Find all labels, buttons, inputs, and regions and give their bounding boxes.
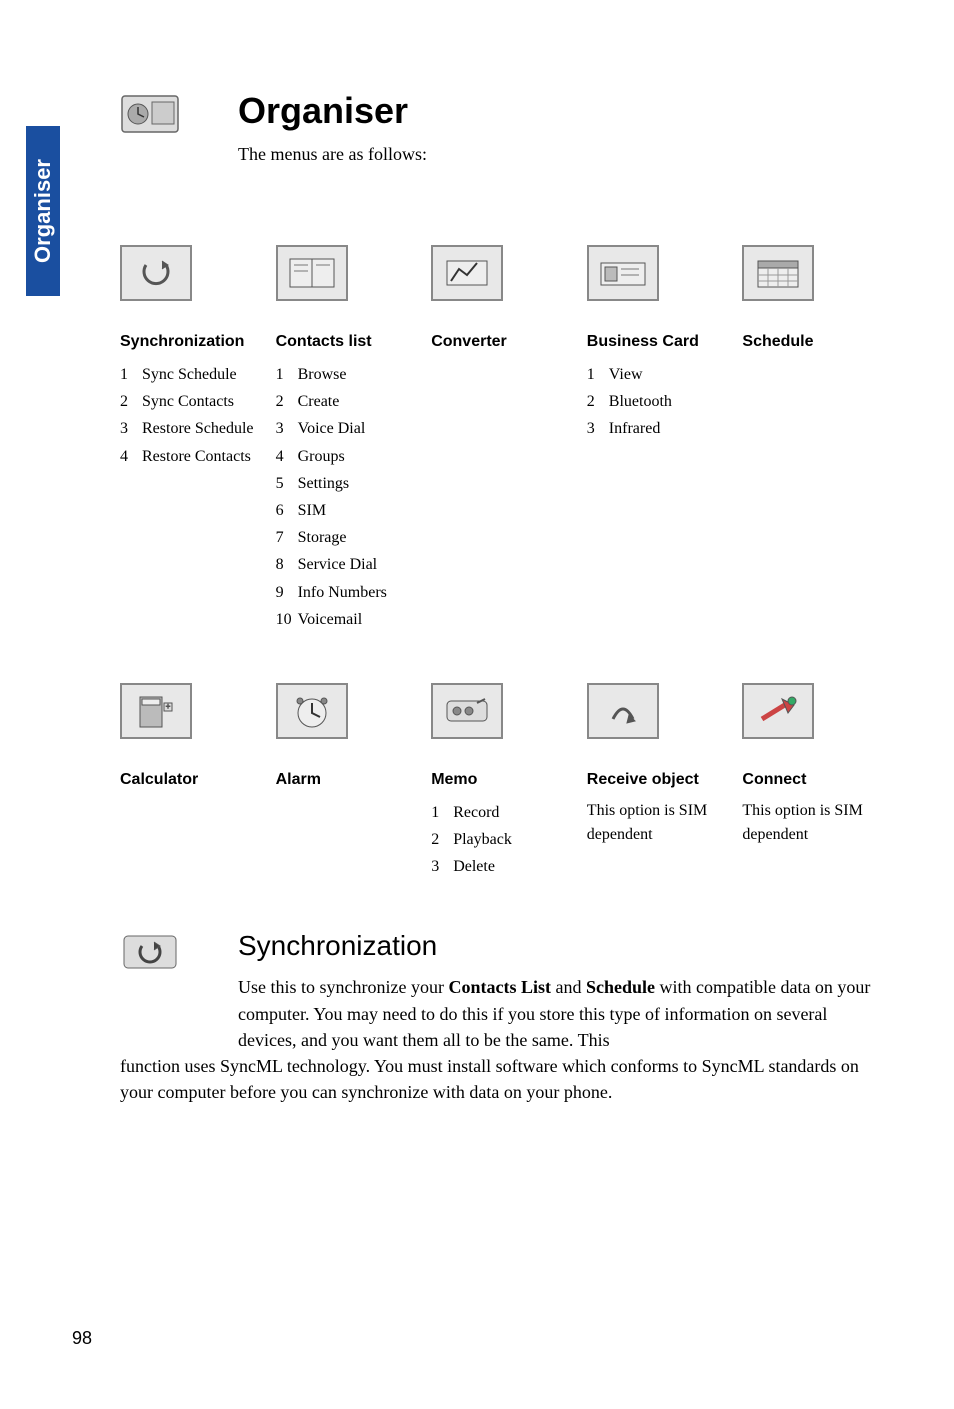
side-tab-label: Organiser — [30, 159, 56, 263]
page-number: 98 — [72, 1328, 92, 1349]
menu-business-card: Business Card 1View 2Bluetooth 3Infrared — [587, 245, 725, 633]
menu-converter: Converter — [431, 245, 569, 633]
menu-connect: Connect This option is SIM dependent — [742, 683, 880, 881]
menu-memo: Memo 1Record 2Playback 3Delete — [431, 683, 569, 881]
memo-icon — [431, 683, 503, 739]
menu-list: 1View 2Bluetooth 3Infrared — [587, 361, 725, 443]
calculator-icon: + — [120, 683, 192, 739]
section-body-continued: function uses SyncML technology. You mus… — [120, 1053, 880, 1105]
business-card-icon — [587, 245, 659, 301]
list-item: 4Groups — [276, 443, 414, 470]
contacts-list-icon — [276, 245, 348, 301]
list-item: 1Browse — [276, 361, 414, 388]
list-item: 8Service Dial — [276, 551, 414, 578]
menu-heading: Memo — [431, 771, 569, 789]
organiser-icon — [120, 90, 210, 160]
schedule-icon — [742, 245, 814, 301]
menu-calculator: + Calculator — [120, 683, 258, 881]
list-item: 10Voicemail — [276, 606, 414, 633]
menu-alarm: Alarm — [276, 683, 414, 881]
menu-heading: Connect — [742, 771, 880, 789]
menu-heading: Calculator — [120, 771, 258, 789]
menu-schedule: Schedule — [742, 245, 880, 633]
list-item: 3Infrared — [587, 415, 725, 442]
converter-icon — [431, 245, 503, 301]
side-tab: Organiser — [26, 126, 60, 296]
page-header: Organiser The menus are as follows: — [120, 90, 880, 195]
list-item: 2Sync Contacts — [120, 388, 258, 415]
synchronization-section: Synchronization Use this to synchronize … — [120, 930, 880, 1104]
list-item: 3Delete — [431, 853, 569, 880]
svg-text:+: + — [166, 702, 171, 711]
menu-synchronization: Synchronization 1Sync Schedule 2Sync Con… — [120, 245, 258, 633]
receive-object-icon — [587, 683, 659, 739]
section-body-top: Use this to synchronize your Contacts Li… — [238, 974, 880, 1052]
menu-heading: Converter — [431, 333, 569, 351]
menu-list: 1Browse 2Create 3Voice Dial 4Groups 5Set… — [276, 361, 414, 633]
list-item: 2Create — [276, 388, 414, 415]
list-item: 3Restore Schedule — [120, 415, 258, 442]
menu-note: This option is SIM dependent — [742, 799, 880, 847]
section-heading: Synchronization — [238, 930, 880, 962]
menu-heading: Schedule — [742, 333, 880, 351]
list-item: 2Playback — [431, 826, 569, 853]
alarm-icon — [276, 683, 348, 739]
menu-heading: Synchronization — [120, 333, 258, 351]
connect-icon — [742, 683, 814, 739]
intro-text: The menus are as follows: — [238, 144, 880, 165]
list-item: 5Settings — [276, 470, 414, 497]
list-item: 3Voice Dial — [276, 415, 414, 442]
menu-note: This option is SIM dependent — [587, 799, 725, 847]
list-item: 1View — [587, 361, 725, 388]
list-item: 4Restore Contacts — [120, 443, 258, 470]
list-item: 1Sync Schedule — [120, 361, 258, 388]
list-item: 9Info Numbers — [276, 579, 414, 606]
list-item: 1Record — [431, 799, 569, 826]
page-title: Organiser — [238, 90, 880, 132]
list-item: 7Storage — [276, 524, 414, 551]
synchronization-section-icon — [120, 930, 210, 1000]
menu-heading: Receive object — [587, 771, 725, 789]
page-content: Organiser The menus are as follows: Sync… — [120, 90, 880, 1105]
list-item: 2Bluetooth — [587, 388, 725, 415]
list-item: 6SIM — [276, 497, 414, 524]
menu-receive-object: Receive object This option is SIM depend… — [587, 683, 725, 881]
menu-heading: Contacts list — [276, 333, 414, 351]
synchronization-icon — [120, 245, 192, 301]
menu-list: 1Sync Schedule 2Sync Contacts 3Restore S… — [120, 361, 258, 470]
menu-list: 1Record 2Playback 3Delete — [431, 799, 569, 881]
menu-heading: Business Card — [587, 333, 725, 351]
menu-heading: Alarm — [276, 771, 414, 789]
menu-row-1: Synchronization 1Sync Schedule 2Sync Con… — [120, 245, 880, 633]
menu-row-2: + Calculator Alarm Memo 1Record 2Playbac… — [120, 683, 880, 881]
menu-contacts-list: Contacts list 1Browse 2Create 3Voice Dia… — [276, 245, 414, 633]
